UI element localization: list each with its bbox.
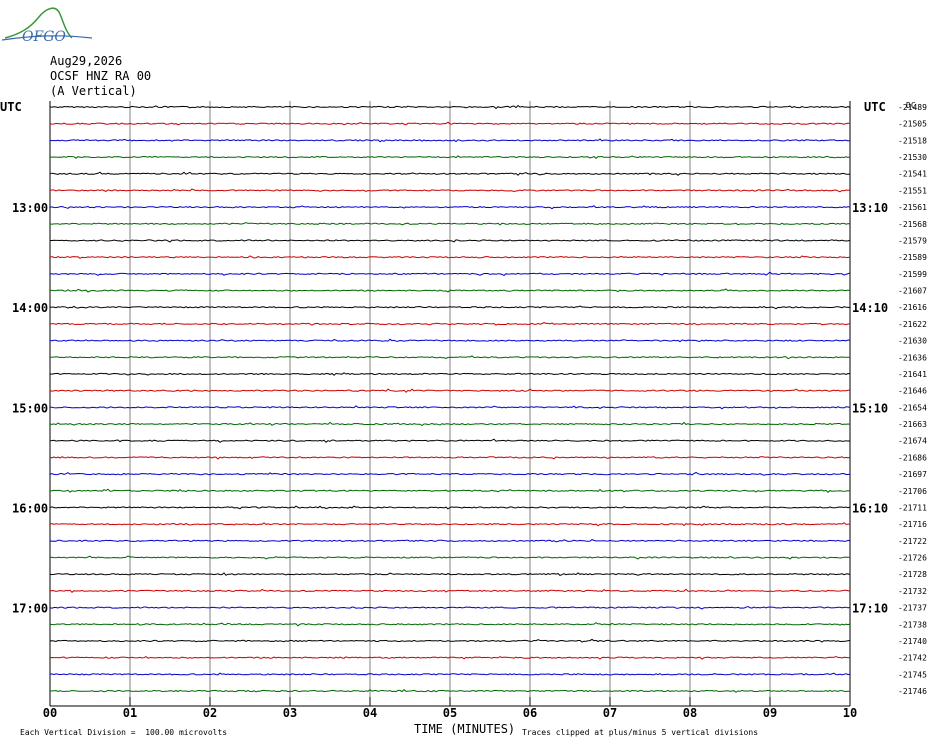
- x-tick-label: 00: [43, 706, 57, 720]
- right-hour-label: 14:10: [852, 301, 888, 315]
- dc-offset-label: -21551: [898, 186, 927, 195]
- channel-label: (A Vertical): [50, 84, 137, 98]
- left-hour-label: 14:00: [12, 301, 48, 315]
- clip-note: Traces clipped at plus/minus 5 vertical …: [522, 728, 759, 737]
- dc-offset-label: -21737: [898, 604, 927, 613]
- dc-offset-label: -21732: [898, 587, 927, 596]
- left-hour-label: 13:00: [12, 201, 48, 215]
- dc-offset-label: -21599: [898, 270, 927, 279]
- dc-offset-label: -21740: [898, 637, 927, 646]
- x-tick-label: 02: [203, 706, 217, 720]
- left-timezone-label: UTC: [0, 100, 22, 114]
- x-tick-label: 01: [123, 706, 137, 720]
- dc-offset-label: -21568: [898, 220, 927, 229]
- helicorder-chart: OFGO 00 01 02 03 04 05 06 07 08 09 10-21489-21505-…: [1, 7, 927, 720]
- right-hour-label: 17:10: [852, 602, 888, 616]
- dc-offset-label: -21561: [898, 203, 927, 212]
- logo-text: OFGO: [22, 29, 66, 45]
- x-tick-label: 07: [603, 706, 617, 720]
- right-hour-label: 13:10: [852, 201, 888, 215]
- dc-offset-label: -21746: [898, 687, 927, 696]
- dc-offset-label: -21745: [898, 670, 927, 679]
- dc-offset-label: -21622: [898, 320, 927, 329]
- x-tick-label: 04: [363, 706, 377, 720]
- dc-offset-label: -21674: [898, 437, 927, 446]
- dc-offset-label: -21607: [898, 287, 927, 296]
- x-tick-label: 10: [843, 706, 857, 720]
- dc-offset-label: -21711: [898, 503, 927, 512]
- dc-offset-label: -21663: [898, 420, 927, 429]
- x-tick-label: 09: [763, 706, 777, 720]
- chart-labels: 00 01 02 03 04 05 06 07 08 09 10-21489-21505-21518…: [12, 103, 927, 720]
- right-hour-label: 16:10: [852, 501, 888, 515]
- dc-offset-label: -21636: [898, 353, 927, 362]
- station-label: OCSF HNZ RA 00: [50, 69, 152, 83]
- dc-offset-label: -21726: [898, 554, 927, 563]
- dc-offset-label: -21697: [898, 470, 927, 479]
- dc-offset-label: -21630: [898, 337, 927, 346]
- dc-offset-label: -21518: [898, 136, 927, 145]
- dc-offset-label: -21722: [898, 537, 927, 546]
- dc-offset-label: -21728: [898, 570, 927, 579]
- x-tick-label: 03: [283, 706, 297, 720]
- ofgo-logo: OFGO: [1, 7, 93, 45]
- dc-offset-label: -21616: [898, 303, 927, 312]
- chart-grid: [49, 101, 851, 707]
- date-label: Aug29,2026: [50, 54, 123, 68]
- dc-offset-label: -21541: [898, 170, 927, 179]
- left-hour-label: 16:00: [12, 501, 48, 515]
- dc-offset-label: -21706: [898, 487, 927, 496]
- x-tick-label: 08: [683, 706, 697, 720]
- dc-offset-label: -21505: [898, 120, 927, 129]
- x-tick-label: 05: [443, 706, 457, 720]
- dc-offset-label: -21579: [898, 236, 927, 245]
- dc-offset-label: -21589: [898, 253, 927, 262]
- dc-offset-label: -21654: [898, 403, 927, 412]
- x-axis-title: TIME (MINUTES): [414, 722, 516, 736]
- dc-offset-label: -21646: [898, 387, 927, 396]
- dc-label: DC: [906, 101, 916, 110]
- left-hour-label: 17:00: [12, 602, 48, 616]
- x-tick-label: 06: [523, 706, 537, 720]
- right-timezone-label: UTC: [864, 100, 886, 114]
- dc-offset-label: -21686: [898, 453, 927, 462]
- right-hour-label: 15:10: [852, 401, 888, 415]
- dc-offset-label: -21738: [898, 620, 927, 629]
- dc-offset-label: -21716: [898, 520, 927, 529]
- left-hour-label: 15:00: [12, 401, 48, 415]
- dc-offset-label: -21742: [898, 654, 927, 663]
- dc-offset-label: -21641: [898, 370, 927, 379]
- scale-note: Each Vertical Division = 100.00 microvol…: [20, 728, 228, 737]
- dc-offset-label: -21530: [898, 153, 927, 162]
